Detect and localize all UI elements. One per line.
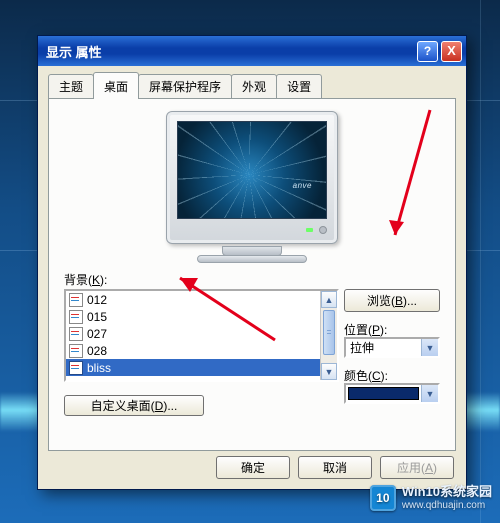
position-label: 位置(P): xyxy=(344,321,440,338)
power-button-icon xyxy=(319,226,327,234)
tab-label: 设置 xyxy=(287,80,311,94)
tab-label: 主题 xyxy=(59,80,83,94)
chevron-down-icon: ▼ xyxy=(325,367,334,377)
background-label: 背景(K): xyxy=(64,271,107,288)
tab-appearance[interactable]: 外观 xyxy=(231,74,277,98)
client-area: 主题 桌面 屏幕保护程序 外观 设置 anve xyxy=(38,66,466,489)
tab-screensaver[interactable]: 屏幕保护程序 xyxy=(138,74,232,98)
chevron-down-icon: ▼ xyxy=(426,389,435,399)
monitor-panel xyxy=(177,223,327,237)
list-item-label: 012 xyxy=(87,293,107,307)
ok-button[interactable]: 确定 xyxy=(216,456,290,479)
button-label: 取消 xyxy=(323,459,347,476)
list-item[interactable]: 028 xyxy=(66,342,320,359)
close-button[interactable]: X xyxy=(441,41,462,62)
apply-button[interactable]: 应用(A) xyxy=(380,456,454,479)
scroll-thumb[interactable] xyxy=(323,310,335,355)
list-item[interactable]: 027 xyxy=(66,325,320,342)
close-icon: X xyxy=(447,43,456,58)
background-listbox[interactable]: 012 015 027 028 bliss ▲ ▼ xyxy=(64,289,339,382)
scroll-up-button[interactable]: ▲ xyxy=(321,291,337,308)
titlebar[interactable]: 显示 属性 ? X xyxy=(38,36,466,66)
list-item[interactable]: bliss xyxy=(66,359,320,376)
color-dropdown-button[interactable]: ▼ xyxy=(421,385,438,402)
image-file-icon xyxy=(69,327,83,341)
customize-desktop-button[interactable]: 自定义桌面(D)... xyxy=(64,395,204,416)
color-swatch xyxy=(348,387,419,400)
watermark-logo: 10 xyxy=(370,485,396,511)
customize-desktop-button-wrap: 自定义桌面(D)... xyxy=(64,395,204,416)
tab-label: 屏幕保护程序 xyxy=(149,80,221,94)
monitor-frame: anve xyxy=(166,111,338,244)
position-combobox[interactable]: 拉伸 ▼ xyxy=(344,337,440,358)
image-file-icon xyxy=(69,361,83,375)
help-button[interactable]: ? xyxy=(417,41,438,62)
list-item-label: 028 xyxy=(87,344,107,358)
browse-button[interactable]: 浏览(B)... xyxy=(344,289,440,312)
watermark-line1: Win10系统家园 xyxy=(402,485,492,500)
button-label: 应用( xyxy=(397,459,425,476)
color-label: 颜色(C): xyxy=(344,367,440,384)
list-item[interactable]: 015 xyxy=(66,308,320,325)
help-icon: ? xyxy=(424,44,431,58)
monitor-screen: anve xyxy=(177,121,327,219)
display-properties-dialog: 显示 属性 ? X 主题 桌面 屏幕保护程序 外观 设置 anve xyxy=(37,35,467,490)
tab-settings[interactable]: 设置 xyxy=(276,74,322,98)
tab-label: 桌面 xyxy=(104,80,128,94)
image-file-icon xyxy=(69,310,83,324)
preview-monitor: anve xyxy=(166,111,338,263)
watermark: 10 Win10系统家园 www.qdhuajin.com xyxy=(370,485,492,511)
cancel-button[interactable]: 取消 xyxy=(298,456,372,479)
window-title: 显示 属性 xyxy=(46,42,414,61)
monitor-base xyxy=(197,255,307,263)
watermark-text: Win10系统家园 www.qdhuajin.com xyxy=(402,485,492,511)
monitor-brand: anve xyxy=(293,181,312,190)
tab-panel-desktop: anve 背景(K): 012 015 027 028 bliss ▲ xyxy=(48,98,456,451)
list-item[interactable]: 012 xyxy=(66,291,320,308)
color-combobox[interactable]: ▼ xyxy=(344,383,440,404)
browse-button-wrap: 浏览(B)... xyxy=(344,289,440,312)
list-item-label: 015 xyxy=(87,310,107,324)
tab-theme[interactable]: 主题 xyxy=(48,74,94,98)
scroll-down-button[interactable]: ▼ xyxy=(321,363,337,380)
position-dropdown-button[interactable]: ▼ xyxy=(421,339,438,356)
power-led-icon xyxy=(306,228,313,232)
chevron-up-icon: ▲ xyxy=(325,295,334,305)
chevron-down-icon: ▼ xyxy=(426,343,435,353)
tab-label: 外观 xyxy=(242,80,266,94)
image-file-icon xyxy=(69,293,83,307)
button-label: 确定 xyxy=(241,459,265,476)
watermark-line2: www.qdhuajin.com xyxy=(402,500,492,512)
listbox-inner: 012 015 027 028 bliss xyxy=(66,291,320,380)
list-item-label: 027 xyxy=(87,327,107,341)
listbox-scrollbar[interactable]: ▲ ▼ xyxy=(320,291,337,380)
position-value: 拉伸 xyxy=(346,339,421,356)
image-file-icon xyxy=(69,344,83,358)
bg-decor xyxy=(480,0,481,523)
list-item-label: bliss xyxy=(87,361,111,375)
dialog-button-row: 确定 取消 应用(A) xyxy=(38,456,466,479)
tab-desktop[interactable]: 桌面 xyxy=(93,72,139,99)
monitor-stand xyxy=(222,246,282,256)
tab-strip: 主题 桌面 屏幕保护程序 外观 设置 xyxy=(48,74,456,98)
